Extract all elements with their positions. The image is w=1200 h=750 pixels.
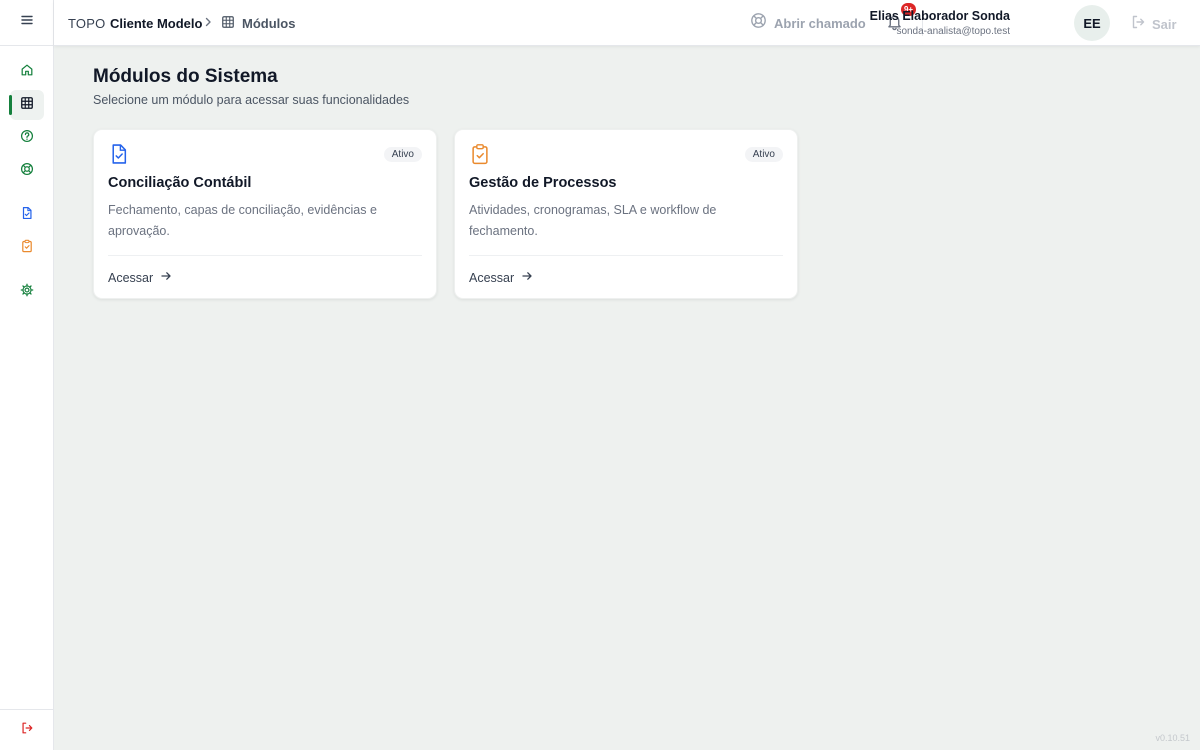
module-card-processes[interactable]: Ativo Gestão de Processos Atividades, cr… <box>454 129 798 299</box>
card-divider <box>469 255 783 256</box>
sidebar-item-reconciliation[interactable] <box>10 200 44 230</box>
user-email: sonda-analista@topo.test <box>896 26 1010 37</box>
logout-button[interactable]: Sair <box>1130 14 1177 35</box>
avatar[interactable]: EE <box>1074 5 1110 41</box>
sidebar-item-processes[interactable] <box>10 233 44 263</box>
menu-toggle-icon[interactable] <box>20 13 34 32</box>
sidebar-footer <box>0 709 54 750</box>
card-divider <box>108 255 422 256</box>
chevron-right-icon <box>202 15 214 34</box>
lifebuoy-icon <box>20 162 34 181</box>
open-ticket-label: Abrir chamado <box>774 15 866 31</box>
arrow-right-icon <box>521 269 533 287</box>
page-subtitle: Selecione um módulo para acessar suas fu… <box>93 93 410 107</box>
sidebar-item-home[interactable] <box>10 57 44 87</box>
card-description: Fechamento, capas de conciliação, evidên… <box>108 203 377 238</box>
file-check-icon <box>108 143 130 170</box>
access-label: Acessar <box>108 271 154 285</box>
arrow-right-icon <box>160 269 172 287</box>
status-badge: Ativo <box>383 147 422 162</box>
access-label: Acessar <box>469 271 515 285</box>
card-title: Conciliação Contábil <box>108 175 252 191</box>
logout-icon <box>1130 14 1146 35</box>
help-circle-icon <box>20 129 34 148</box>
home-icon <box>20 63 34 82</box>
clipboard-check-icon <box>20 239 34 258</box>
version-label: v0.10.51 <box>1155 733 1190 743</box>
user-name: Elias Elaborador Sonda <box>869 9 1010 23</box>
module-card-reconciliation[interactable]: Ativo Conciliação Contábil Fechamento, c… <box>93 129 437 299</box>
card-title: Gestão de Processos <box>469 175 617 191</box>
sidebar-item-support[interactable] <box>10 156 44 186</box>
sidebar <box>0 0 54 750</box>
lifebuoy-icon <box>750 12 767 34</box>
sidebar-header <box>0 0 53 46</box>
breadcrumb-client[interactable]: Cliente Modelo <box>110 16 202 31</box>
gear-icon <box>20 283 34 302</box>
grid-icon <box>20 96 34 115</box>
sidebar-item-settings[interactable] <box>10 277 44 307</box>
card-description: Atividades, cronogramas, SLA e workflow … <box>469 203 717 238</box>
status-badge: Ativo <box>744 147 783 162</box>
logout-icon[interactable] <box>20 721 34 740</box>
file-check-icon <box>20 206 34 225</box>
breadcrumb-current: Módulos <box>242 16 296 31</box>
access-button[interactable]: Acessar <box>469 269 533 287</box>
grid-icon <box>221 15 235 34</box>
top-header: TOPO Cliente Modelo Módulos Abrir chamad… <box>54 0 1200 46</box>
page-title: Módulos do Sistema <box>93 66 278 87</box>
open-ticket-button[interactable]: Abrir chamado <box>750 8 866 38</box>
access-button[interactable]: Acessar <box>108 269 172 287</box>
logout-label: Sair <box>1152 17 1177 32</box>
breadcrumb-brand[interactable]: TOPO <box>68 16 105 31</box>
clipboard-check-icon <box>469 143 491 170</box>
sidebar-item-modules[interactable] <box>9 90 44 120</box>
sidebar-item-help[interactable] <box>10 123 44 153</box>
